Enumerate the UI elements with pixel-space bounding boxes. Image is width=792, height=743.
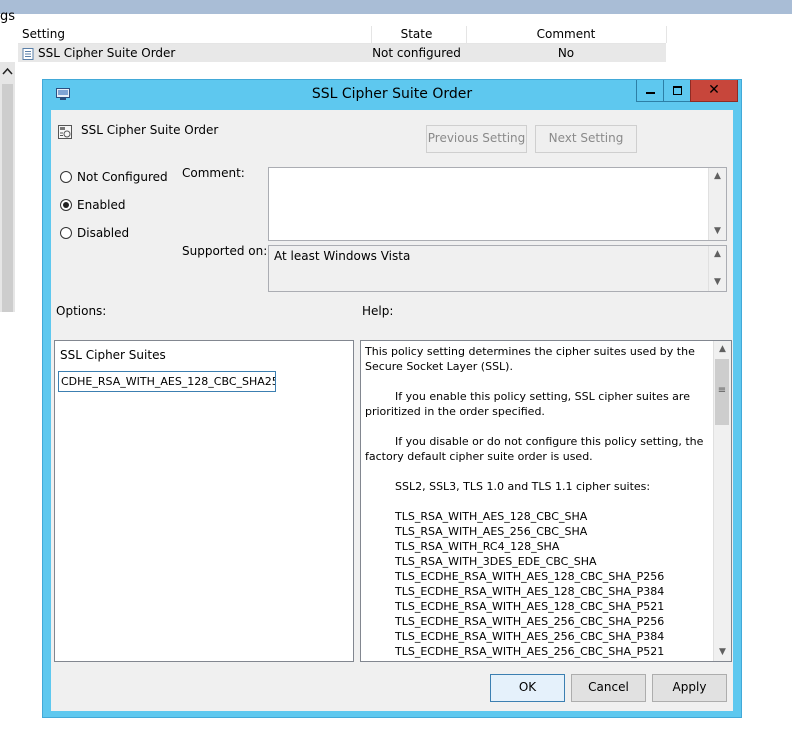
supported-on-label: Supported on: bbox=[182, 244, 268, 258]
previous-setting-button[interactable]: Previous Setting bbox=[426, 125, 527, 153]
radio-not-configured-circle[interactable] bbox=[60, 171, 72, 183]
close-icon: ✕ bbox=[708, 82, 720, 98]
help-cipher-item: TLS_ECDHE_RSA_WITH_AES_256_CBC_SHA_P521 bbox=[395, 645, 665, 658]
background-window-titlebar bbox=[0, 0, 792, 14]
setting-name-label: SSL Cipher Suite Order bbox=[81, 123, 219, 137]
next-setting-button[interactable]: Next Setting bbox=[535, 125, 637, 153]
supported-on-field: At least Windows Vista ▲ ▼ bbox=[268, 245, 727, 292]
help-cipher-item: TLS_ECDHE_RSA_WITH_AES_256_CBC_SHA_P384 bbox=[395, 630, 665, 643]
maximize-button[interactable] bbox=[663, 80, 692, 102]
help-paragraph: SSL2, SSL3, TLS 1.0 and TLS 1.1 cipher s… bbox=[395, 480, 651, 493]
maximize-icon bbox=[673, 85, 682, 95]
help-scrollbar-thumb[interactable]: ≡ bbox=[715, 359, 729, 425]
help-text: This policy setting determines the ciphe… bbox=[365, 344, 709, 659]
row-comment: No bbox=[557, 46, 575, 60]
scroll-up-arrow-icon[interactable]: ▲ bbox=[709, 168, 726, 185]
minimize-icon bbox=[646, 92, 655, 94]
policy-setting-icon bbox=[22, 47, 34, 60]
radio-disabled[interactable]: Disabled bbox=[60, 226, 175, 242]
row-setting-name: SSL Cipher Suite Order bbox=[38, 46, 176, 60]
apply-button[interactable]: Apply bbox=[652, 674, 727, 702]
help-cipher-item: TLS_ECDHE_RSA_WITH_AES_128_CBC_SHA_P521 bbox=[395, 600, 665, 613]
help-cipher-item: TLS_RSA_WITH_RC4_128_SHA bbox=[395, 540, 560, 553]
supported-on-scrollbar[interactable]: ▲ ▼ bbox=[708, 246, 726, 291]
settings-list-row[interactable]: SSL Cipher Suite Order Not configured No bbox=[18, 44, 666, 62]
comment-textarea[interactable]: ▲ ▼ bbox=[268, 167, 727, 241]
comment-scrollbar[interactable]: ▲ ▼ bbox=[708, 168, 726, 240]
column-header-state[interactable]: State bbox=[367, 26, 467, 43]
help-cipher-list: TLS_RSA_WITH_AES_128_CBC_SHA TLS_RSA_WIT… bbox=[365, 509, 709, 659]
ssl-cipher-suites-label: SSL Cipher Suites bbox=[60, 348, 166, 362]
policy-dialog: SSL Cipher Suite Order ✕ SSL Cipher Suit… bbox=[42, 79, 742, 718]
radio-disabled-label: Disabled bbox=[77, 226, 130, 240]
help-cipher-item: TLS_ECDHE_RSA_WITH_AES_128_CBC_SHA_P256 bbox=[395, 570, 665, 583]
options-label: Options: bbox=[56, 304, 107, 318]
column-header-comment[interactable]: Comment bbox=[466, 26, 667, 43]
scroll-down-arrow-icon[interactable]: ▼ bbox=[709, 223, 726, 240]
radio-enabled-label: Enabled bbox=[77, 198, 126, 212]
scroll-down-arrow-icon[interactable]: ▼ bbox=[714, 644, 731, 661]
ssl-cipher-suites-input[interactable]: CDHE_RSA_WITH_AES_128_CBC_SHA256 bbox=[58, 371, 276, 392]
scroll-down-arrow-icon[interactable]: ▼ bbox=[709, 274, 726, 291]
supported-on-value: At least Windows Vista bbox=[274, 249, 411, 263]
scroll-up-arrow-icon[interactable]: ▲ bbox=[714, 341, 731, 358]
minimize-button[interactable] bbox=[636, 80, 665, 102]
radio-enabled[interactable]: Enabled bbox=[60, 198, 175, 214]
column-header-setting[interactable]: Setting bbox=[18, 26, 372, 43]
background-scrollbar-thumb[interactable] bbox=[2, 84, 13, 312]
help-cipher-item: TLS_ECDHE_RSA_WITH_AES_256_CBC_SHA_P256 bbox=[395, 615, 665, 628]
comment-label: Comment: bbox=[182, 166, 245, 180]
close-button[interactable]: ✕ bbox=[690, 80, 738, 102]
radio-disabled-circle[interactable] bbox=[60, 227, 72, 239]
options-panel: SSL Cipher Suites CDHE_RSA_WITH_AES_128_… bbox=[54, 340, 354, 662]
dialog-titlebar[interactable]: SSL Cipher Suite Order ✕ bbox=[43, 80, 741, 110]
settings-list-header: Setting State Comment bbox=[18, 26, 667, 44]
dialog-client-area: SSL Cipher Suite Order Previous Setting … bbox=[51, 110, 733, 711]
help-cipher-item: TLS_RSA_WITH_3DES_EDE_CBC_SHA bbox=[395, 555, 597, 568]
help-paragraph: This policy setting determines the ciphe… bbox=[365, 345, 695, 373]
background-window-title: gs bbox=[0, 9, 16, 24]
ok-button[interactable]: OK bbox=[490, 674, 565, 702]
setting-icon bbox=[57, 124, 73, 140]
help-scrollbar[interactable]: ▲ ≡ ▼ bbox=[713, 341, 731, 661]
radio-selected-dot bbox=[63, 202, 69, 208]
radio-enabled-circle[interactable] bbox=[60, 199, 72, 211]
scroll-up-arrow-icon[interactable]: ▲ bbox=[709, 246, 726, 263]
help-paragraph: If you disable or do not configure this … bbox=[365, 435, 704, 463]
background-scrollbar[interactable] bbox=[0, 62, 15, 312]
help-cipher-item: TLS_ECDHE_RSA_WITH_AES_128_CBC_SHA_P384 bbox=[395, 585, 665, 598]
help-panel: This policy setting determines the ciphe… bbox=[360, 340, 732, 662]
help-cipher-item: TLS_RSA_WITH_AES_256_CBC_SHA bbox=[395, 525, 588, 538]
help-label: Help: bbox=[362, 304, 394, 318]
radio-not-configured[interactable]: Not Configured bbox=[60, 170, 175, 186]
row-state: Not configured bbox=[372, 46, 461, 60]
help-paragraph: If you enable this policy setting, SSL c… bbox=[365, 390, 690, 418]
cancel-button[interactable]: Cancel bbox=[571, 674, 646, 702]
help-cipher-item: TLS_RSA_WITH_AES_128_CBC_SHA bbox=[395, 510, 588, 523]
chevron-up-icon[interactable] bbox=[0, 62, 15, 80]
radio-not-configured-label: Not Configured bbox=[77, 170, 168, 184]
